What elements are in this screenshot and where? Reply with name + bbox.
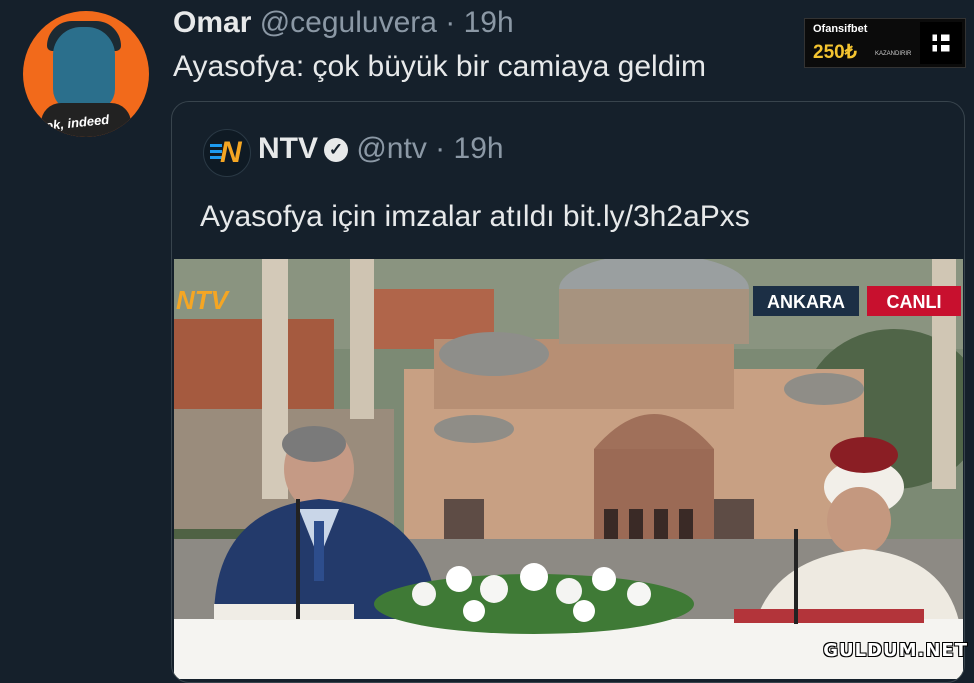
quoted-tweet-card[interactable]: N NTV ✓ @ntv · 19h Ayasofya için imzalar … <box>171 101 965 683</box>
ad-badge[interactable]: Ofansifbet 250₺ KAZANDIRIR <box>804 18 966 68</box>
author-handle[interactable]: @ceguluvera <box>260 6 437 39</box>
ad-amount: 250₺ <box>813 42 857 63</box>
live-tag: CANLI <box>887 292 942 312</box>
author-name[interactable]: Omar <box>173 6 251 39</box>
watermark: GULDUM.NET <box>823 640 968 661</box>
quoted-author-avatar[interactable]: N <box>203 129 251 177</box>
ad-brand: Ofansifbet <box>813 23 868 35</box>
ntv-broadcast-logo: NTV <box>176 285 231 315</box>
ad-subtext: KAZANDIRIR <box>875 51 912 57</box>
tweet-header: Omar @ceguluvera · 19h <box>173 6 514 40</box>
verified-badge-icon: ✓ <box>324 138 348 162</box>
author-avatar[interactable]: ok, indeed <box>23 11 149 137</box>
tweet-text: Ayasofya: çok büyük bir camiaya geldim <box>173 50 707 83</box>
quoted-time-separator: · <box>435 132 446 165</box>
avatar-face <box>53 27 115 111</box>
ntv-logo-icon: N <box>220 136 242 169</box>
broadcast-scene: NTV ANKARA CANLI <box>174 259 963 679</box>
quoted-tweet-text: Ayasofya için imzalar atıldı bit.ly/3h2a… <box>200 200 750 233</box>
time-separator: · <box>445 6 456 39</box>
quoted-author-name[interactable]: NTV <box>258 132 318 165</box>
qr-code-icon <box>920 22 962 64</box>
quoted-tweet-time[interactable]: 19h <box>454 132 504 165</box>
quoted-tweet-image[interactable]: NTV ANKARA CANLI <box>174 259 963 679</box>
quoted-tweet-header: NTV ✓ @ntv · 19h <box>258 132 504 166</box>
tweet-time[interactable]: 19h <box>464 6 514 39</box>
location-tag: ANKARA <box>767 292 845 312</box>
quoted-author-handle[interactable]: @ntv <box>356 132 426 165</box>
